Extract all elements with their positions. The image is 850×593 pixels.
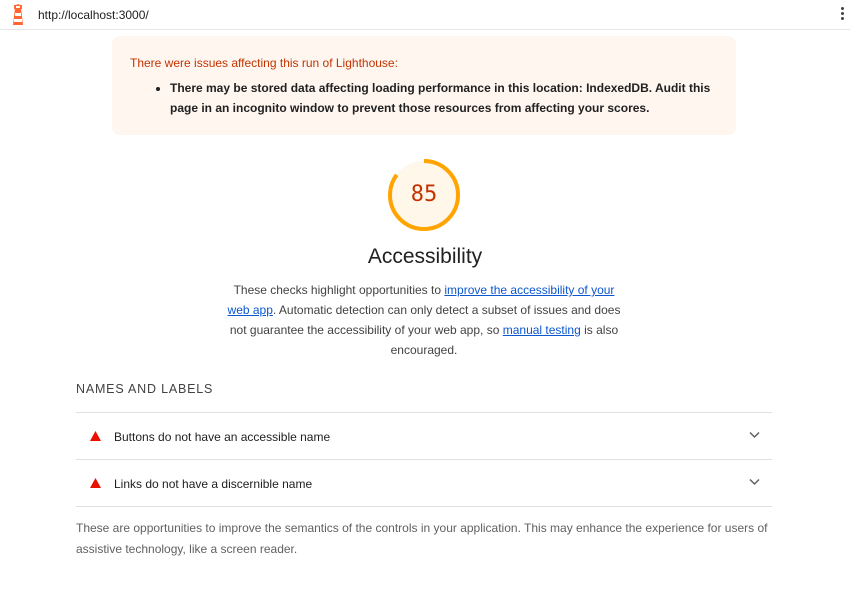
audit-label: Buttons do not have an accessible name: [114, 430, 331, 444]
group-title: NAMES AND LABELS: [76, 382, 214, 396]
chevron-down-icon[interactable]: [749, 431, 760, 439]
manual-testing-link[interactable]: manual testing: [503, 323, 581, 337]
warning-list: There may be stored data affecting loadi…: [130, 78, 718, 118]
lighthouse-logo-icon: [13, 4, 23, 25]
audit-label: Links do not have a discernible name: [114, 477, 313, 491]
page-url: http://localhost:3000/: [38, 8, 149, 22]
audit-button-name[interactable]: Buttons do not have an accessible name: [76, 412, 772, 459]
run-warnings: There were issues affecting this run of …: [112, 36, 736, 135]
fail-triangle-icon: [90, 431, 101, 441]
category-title: Accessibility: [367, 245, 483, 268]
score-value: 85: [410, 182, 438, 207]
description-text-1: These checks highlight opportunities to: [233, 283, 445, 297]
more-options-icon[interactable]: [838, 5, 846, 25]
chevron-down-icon[interactable]: [749, 478, 760, 486]
group-description: These are opportunities to improve the s…: [76, 521, 768, 556]
category-description: These checks highlight opportunities to …: [224, 280, 624, 360]
audit-link-name[interactable]: Links do not have a discernible name: [76, 459, 772, 507]
top-bar: http://localhost:3000/: [0, 0, 850, 30]
warning-item: There may be stored data affecting loadi…: [170, 78, 718, 118]
fail-triangle-icon: [90, 478, 101, 488]
warning-title: There were issues affecting this run of …: [130, 56, 398, 70]
